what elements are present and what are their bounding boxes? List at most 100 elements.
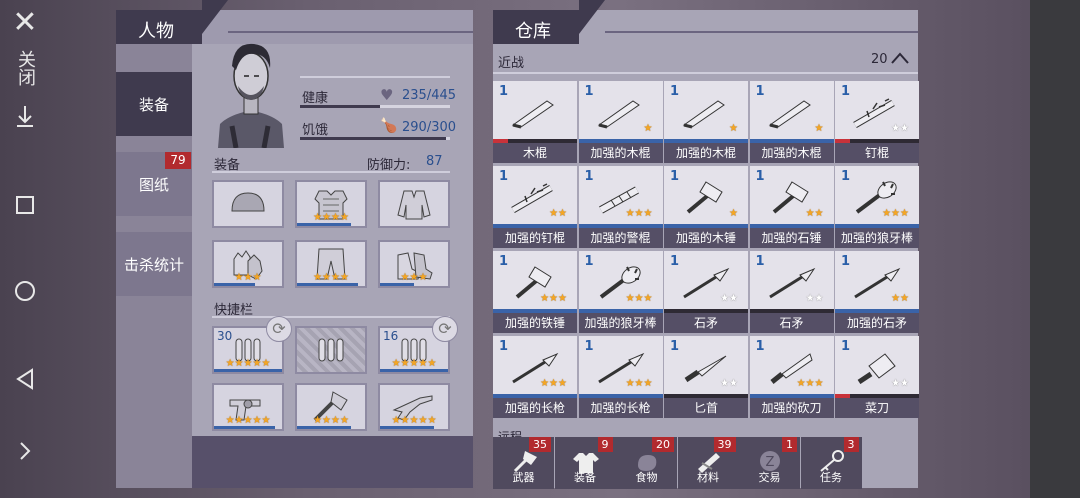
category-label: 武器 [512, 471, 535, 484]
quickbar-slot[interactable] [295, 326, 367, 374]
warehouse-item[interactable]: 1 ★★★ 加强的长枪 [578, 336, 663, 418]
star-rating: ★ [729, 208, 738, 219]
warehouse-item[interactable]: 1 ★★ 加强的钉棍 [493, 166, 577, 248]
chevron-up-icon[interactable] [890, 50, 910, 66]
category-label: 食物 [635, 471, 658, 484]
warehouse-header: 仓库 [493, 10, 579, 44]
star-rating: ★★★★★ [391, 415, 437, 426]
star-rating: ★ [814, 123, 824, 134]
warehouse-item[interactable]: 1 ★★ 钉棍 [835, 81, 919, 163]
category-tab[interactable]: 20 食物 [616, 437, 677, 489]
warehouse-item[interactable]: 1 ★★ 菜刀 [835, 336, 919, 418]
warehouse-item[interactable]: 1 ★★ 匕首 [664, 336, 748, 418]
stack-count: 16 [383, 329, 399, 343]
equipment-slot[interactable]: ★★★ [212, 240, 284, 288]
star-rating: ★★★ [540, 293, 567, 304]
warehouse-item[interactable]: 1 ★ 加强的木棍 [664, 81, 748, 163]
item-name: 石矛 [664, 313, 748, 333]
warehouse-item[interactable]: 1 ★★ 石矛 [749, 251, 834, 333]
character-header-line [228, 31, 473, 33]
category-tab[interactable]: 39 材料 [677, 437, 739, 489]
star-rating: ★★★ [625, 378, 653, 389]
category-tab[interactable]: 9 装备 [554, 437, 616, 489]
close-button[interactable]: ✕ [0, 8, 50, 38]
category-label: 交易 [758, 471, 781, 484]
category-tab[interactable]: 35 武器 [493, 437, 554, 489]
jacket-icon [397, 190, 431, 220]
star-rating: ★ [729, 123, 738, 134]
warehouse-header-line [605, 31, 918, 33]
durability-bar [297, 426, 352, 429]
warehouse-item[interactable]: 1 ★ 加强的木棍 [578, 81, 663, 163]
equipment-slot[interactable] [212, 180, 284, 228]
warehouse-item[interactable]: 1 ★★ 加强的石矛 [835, 251, 919, 333]
tab-kill-stats-label: 击杀统计 [123, 255, 184, 274]
svg-text:Z: Z [766, 455, 775, 470]
durability-bar [297, 283, 359, 286]
equipment-slot[interactable]: ★★★★ [295, 180, 367, 228]
star-rating: ★ [643, 123, 653, 134]
star-rating: ★★★★ [313, 212, 349, 223]
stack-count: 30 [217, 329, 233, 343]
equipment-slot[interactable]: ★★★★ [295, 240, 367, 288]
item-name: 加强的狼牙棒 [578, 313, 663, 333]
equipment-divider [212, 171, 450, 173]
category-badge: 1 [782, 437, 797, 452]
warehouse-item[interactable]: 1 ★★ 石矛 [664, 251, 748, 333]
hunger-label: 饥饿 [302, 123, 329, 138]
tab-kill-stats[interactable]: 击杀统计 [116, 232, 192, 296]
helmet-icon [231, 192, 265, 212]
warehouse-item[interactable]: 1 ★★★ 加强的狼牙棒 [578, 251, 663, 333]
category-badge: 9 [597, 437, 613, 452]
recent-apps-icon[interactable] [0, 190, 50, 220]
character-portrait [208, 36, 294, 149]
warehouse-item[interactable]: 1 ★ 加强的木锤 [664, 166, 748, 248]
warehouse-item[interactable]: 1 ★ 加强的木棍 [749, 81, 834, 163]
tab-equipment[interactable]: 装备 [116, 72, 192, 136]
section-divider [493, 72, 918, 74]
item-name: 钉棍 [835, 143, 919, 163]
star-rating: ★★★ [234, 272, 262, 283]
category-tab[interactable]: Z 1 交易 [739, 437, 800, 489]
warehouse-item[interactable]: 1 ★★★ 加强的长枪 [493, 336, 577, 418]
quickbar-slot[interactable]: ★★★★ [295, 383, 367, 431]
star-rating: ★★ [805, 293, 824, 304]
durability-bar [297, 223, 352, 226]
expand-icon[interactable] [0, 436, 50, 466]
quickbar-divider [212, 316, 450, 318]
health-label: 健康 [302, 91, 329, 106]
category-tab[interactable]: 3 任务 [800, 437, 862, 489]
close-label[interactable]: 关闭 [0, 44, 50, 92]
quickbar-slot[interactable]: ★★★★★ [378, 383, 450, 431]
warehouse-item[interactable]: 1 ★★★ 加强的警棍 [578, 166, 663, 248]
quickbar-slot[interactable]: ★★★★★ [212, 383, 284, 431]
swap-icon[interactable]: ⟳ [266, 316, 292, 342]
equipment-slot[interactable]: ★★★ [378, 240, 450, 288]
warehouse-item[interactable]: 1 ★★ 加强的石锤 [749, 166, 834, 248]
section-melee-label: 近战 [498, 56, 525, 71]
warehouse-item[interactable]: 1 ★★★ 加强的狼牙棒 [835, 166, 919, 248]
swap-icon[interactable]: ⟳ [432, 316, 458, 342]
back-icon[interactable] [0, 364, 50, 394]
collapse-icon[interactable] [0, 102, 50, 132]
health-value: 235/445 [402, 88, 457, 103]
item-name: 加强的石矛 [835, 313, 919, 333]
category-badge: 39 [713, 437, 736, 452]
blueprints-badge: 79 [165, 152, 191, 169]
category-badge: 3 [843, 437, 859, 452]
warehouse-item[interactable]: 1 木棍 [493, 81, 577, 163]
tab-blueprints-label: 图纸 [138, 175, 169, 194]
equipment-slot[interactable] [378, 180, 450, 228]
hunger-value: 290/300 [402, 120, 457, 135]
home-icon[interactable] [0, 276, 50, 306]
category-label: 装备 [574, 471, 596, 484]
warehouse-item[interactable]: 1 ★★★ 加强的砍刀 [749, 336, 834, 418]
stats-divider-top [300, 76, 450, 78]
star-rating: ★★★ [796, 378, 824, 389]
item-name: 加强的木锤 [664, 228, 748, 248]
item-name: 加强的砍刀 [749, 398, 834, 418]
warehouse-item[interactable]: 1 ★★★ 加强的铁锤 [493, 251, 577, 333]
item-art [507, 95, 563, 129]
star-rating: ★★★★ [313, 272, 349, 283]
item-name: 加强的木棍 [749, 143, 834, 163]
